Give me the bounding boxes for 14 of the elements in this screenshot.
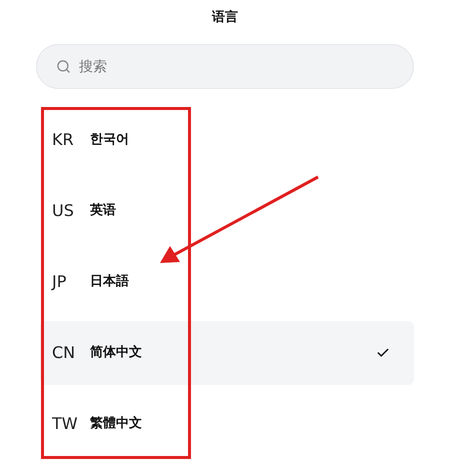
country-code: JP — [52, 271, 68, 293]
country-code: CN — [52, 342, 76, 364]
language-name: 繁體中文 — [90, 414, 142, 434]
language-name: 英语 — [90, 202, 116, 220]
page-title: 语言 — [212, 8, 238, 27]
search-icon — [56, 59, 71, 74]
search-field[interactable]: 搜索 — [36, 44, 414, 89]
language-name: 简体中文 — [90, 344, 142, 362]
language-item[interactable]: CN 简体中文 — [40, 321, 414, 385]
country-code: TW — [52, 413, 79, 435]
country-code: US — [52, 200, 75, 222]
language-name: 한국어 — [90, 131, 129, 150]
country-code: KR — [52, 129, 75, 151]
language-name: 日本語 — [90, 273, 129, 292]
